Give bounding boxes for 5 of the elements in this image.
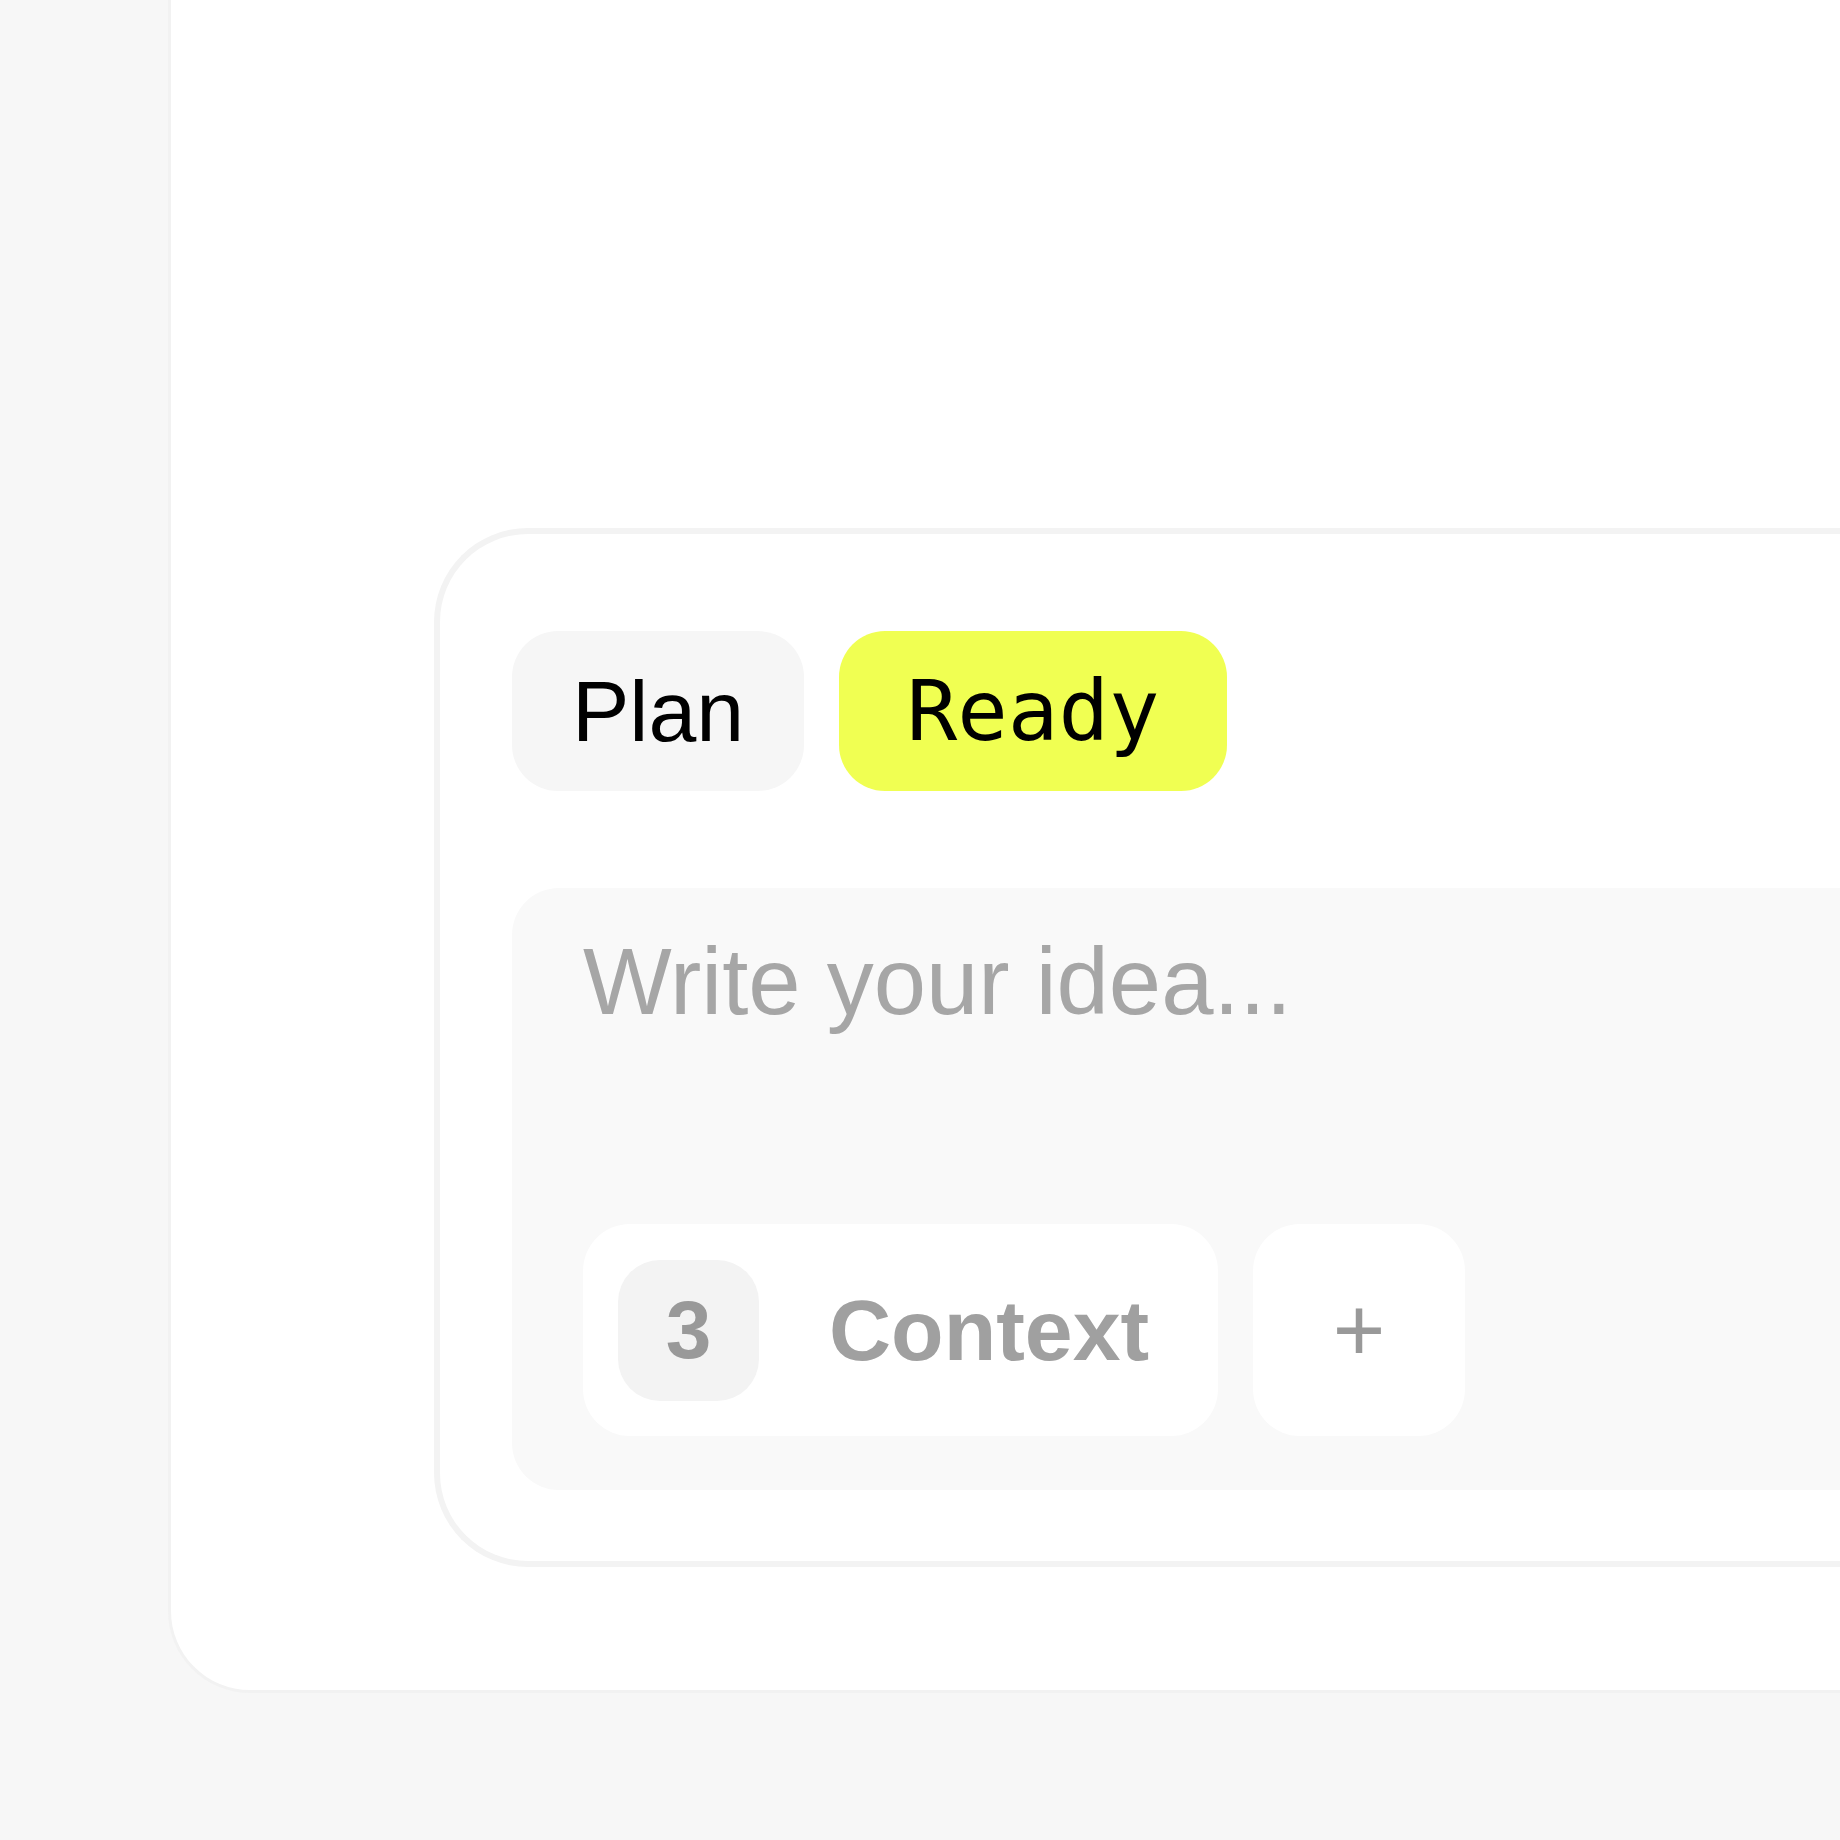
idea-input[interactable]: Write your idea...	[583, 928, 1683, 1036]
mode-tab[interactable]: Plan	[512, 631, 805, 791]
context-label: Context	[829, 1280, 1150, 1380]
mode-tab[interactable]: Ready	[839, 631, 1228, 791]
context-count-badge: 3	[618, 1259, 759, 1401]
